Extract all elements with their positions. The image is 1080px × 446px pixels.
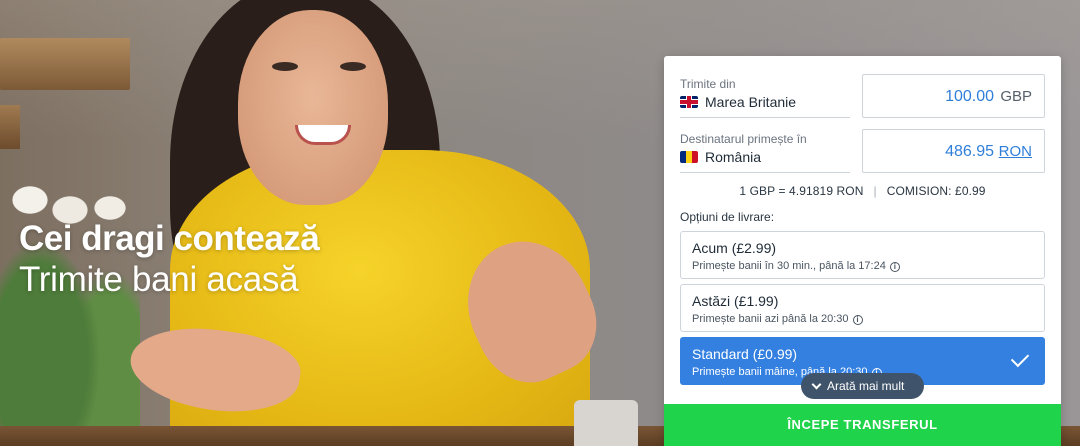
send-country-label: Trimite din bbox=[680, 77, 736, 91]
delivery-option-astazi[interactable]: Astăzi (£1.99) Primește banii azi până l… bbox=[680, 284, 1045, 332]
info-icon[interactable]: i bbox=[889, 262, 900, 272]
delivery-option-title: Acum (£2.99) bbox=[692, 240, 776, 256]
hero-headline-block: Cei dragi contează Trimite bani acasă bbox=[19, 219, 320, 301]
delivery-option-title: Astăzi (£1.99) bbox=[692, 293, 778, 309]
romania-flag-icon bbox=[680, 151, 698, 163]
wooden-shelf-small bbox=[0, 105, 20, 149]
send-from-row: Trimite din Marea Britanie 100.00 GBP bbox=[680, 74, 1045, 118]
delivery-option-title: Standard (£0.99) bbox=[692, 346, 797, 362]
option-price: (£2.99) bbox=[731, 240, 777, 256]
delivery-option-detail: Primește banii azi până la 20:30 i bbox=[692, 313, 863, 325]
recipient-country-selector[interactable]: Destinatarul primește în România bbox=[680, 129, 850, 173]
send-country-selector[interactable]: Trimite din Marea Britanie bbox=[680, 74, 850, 118]
eye-right bbox=[340, 62, 366, 71]
eye-left bbox=[272, 62, 298, 71]
option-price: (£0.99) bbox=[752, 346, 798, 362]
checkmark-icon bbox=[1010, 348, 1030, 368]
recipient-row: Destinatarul primește în România 486.95 … bbox=[680, 129, 1045, 173]
mug bbox=[574, 400, 638, 446]
delivery-options-title: Opțiuni de livrare: bbox=[680, 210, 775, 224]
hero-subheadline: Trimite bani acasă bbox=[19, 260, 299, 299]
recipient-country-value: România bbox=[705, 149, 762, 165]
rate-separator: | bbox=[873, 184, 877, 198]
option-detail-text: Primește banii azi până la 20:30 bbox=[692, 313, 849, 325]
start-transfer-button[interactable]: ÎNCEPE TRANSFERUL bbox=[664, 404, 1061, 446]
uk-flag-icon bbox=[680, 96, 698, 108]
recipient-country-label: Destinatarul primește în bbox=[680, 132, 807, 146]
send-country-value: Marea Britanie bbox=[705, 94, 797, 110]
delivery-option-acum[interactable]: Acum (£2.99) Primește banii în 30 min., … bbox=[680, 231, 1045, 279]
transfer-calculator-card: Trimite din Marea Britanie 100.00 GBP De… bbox=[664, 56, 1061, 446]
chevron-down-icon bbox=[811, 379, 822, 390]
wooden-shelf bbox=[0, 38, 130, 90]
option-name: Astăzi bbox=[692, 293, 731, 309]
face bbox=[238, 10, 388, 205]
option-price: (£1.99) bbox=[734, 293, 779, 309]
recipient-currency-link[interactable]: RON bbox=[999, 143, 1032, 160]
fee-text: COMISION: £0.99 bbox=[886, 184, 986, 198]
recipient-amount-field[interactable]: 486.95 RON bbox=[862, 129, 1045, 173]
option-name: Acum bbox=[692, 240, 728, 256]
send-currency: GBP bbox=[1000, 88, 1032, 105]
option-name: Standard bbox=[692, 346, 749, 362]
hero-headline: Cei dragi contează bbox=[19, 219, 320, 258]
exchange-rate: 1 GBP = 4.91819 RON bbox=[739, 184, 864, 198]
send-amount-field[interactable]: 100.00 GBP bbox=[862, 74, 1045, 118]
show-more-button[interactable]: Arată mai mult bbox=[801, 373, 924, 399]
show-more-label: Arată mai mult bbox=[827, 379, 905, 393]
recipient-amount-value[interactable]: 486.95 bbox=[945, 143, 994, 161]
send-amount-value[interactable]: 100.00 bbox=[945, 88, 994, 106]
delivery-option-detail: Primește banii în 30 min., până la 17:24… bbox=[692, 260, 900, 272]
exchange-rate-line: 1 GBP = 4.91819 RON | COMISION: £0.99 bbox=[664, 184, 1061, 198]
option-detail-text: Primește banii în 30 min., până la 17:24 bbox=[692, 260, 886, 272]
info-icon[interactable]: i bbox=[852, 315, 863, 325]
